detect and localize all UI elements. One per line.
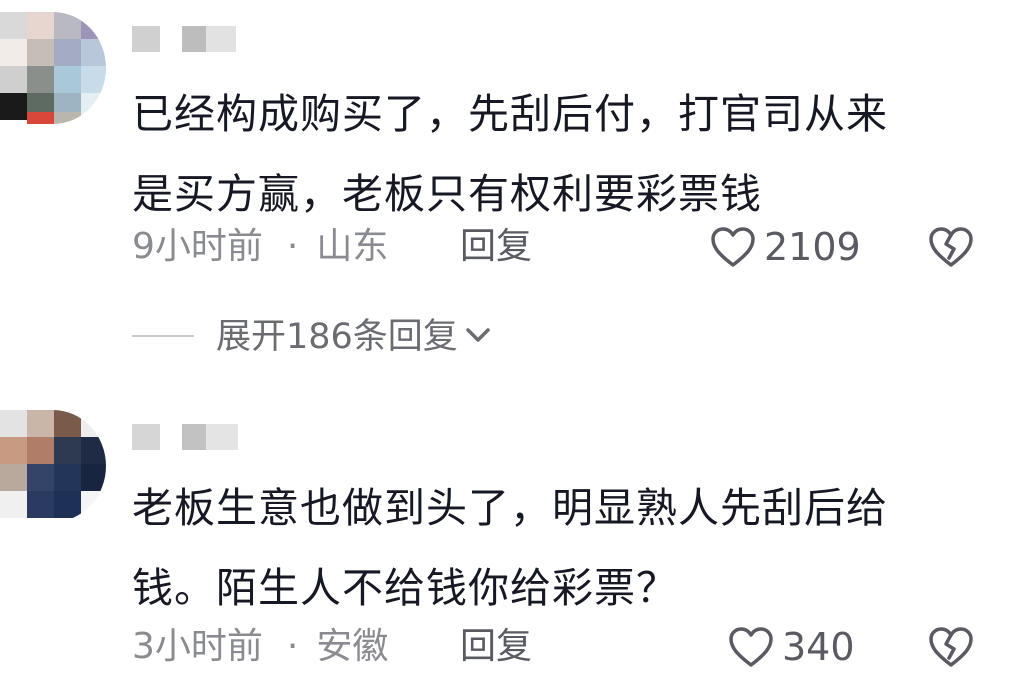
heart-outline-icon: [729, 627, 773, 667]
like-button[interactable]: 340: [728, 622, 855, 672]
comment-item: 老板生意也做到头了，明显熟人先刮后给 钱。陌生人不给钱你给彩票？ 3小时前 · 安徽…: [0, 398, 1030, 686]
broken-heart-icon: [929, 227, 973, 267]
avatar[interactable]: [0, 12, 106, 124]
expand-replies-button[interactable]: 展开186条回复: [132, 312, 492, 362]
expand-replies-label: 展开186条回复: [216, 317, 458, 357]
comment-text: 老板生意也做到头了，明显熟人先刮后给 钱。陌生人不给钱你给彩票？: [132, 484, 888, 612]
divider-line: [132, 335, 194, 337]
comment-time: 9小时前: [132, 226, 263, 267]
avatar[interactable]: [0, 410, 106, 522]
comment-text: 已经构成购买了，先刮后付，打官司从来 是买方赢，老板只有权利要彩票钱: [132, 90, 888, 218]
comment-meta: 3小时前 · 安徽 回复: [132, 622, 532, 672]
like-count: 2109: [764, 225, 861, 269]
like-button[interactable]: 2109: [710, 222, 861, 272]
chevron-down-icon: [466, 328, 490, 342]
comment-time: 3小时前: [132, 626, 263, 667]
comment-location: 山东: [316, 226, 389, 267]
heart-outline-icon: [711, 227, 755, 267]
meta-separator: ·: [286, 626, 299, 667]
comment-location: 安徽: [316, 626, 389, 667]
username-blurred[interactable]: [132, 424, 242, 450]
meta-separator: ·: [286, 226, 299, 267]
comment-meta: 9小时前 · 山东 回复: [132, 222, 532, 272]
reply-button[interactable]: 回复: [460, 622, 532, 672]
broken-heart-icon: [929, 627, 973, 667]
comment-item: 已经构成购买了，先刮后付，打官司从来 是买方赢，老板只有权利要彩票钱 9小时前 ·…: [0, 0, 1030, 380]
reply-button[interactable]: 回复: [460, 222, 532, 272]
like-count: 340: [782, 625, 855, 669]
dislike-button[interactable]: [928, 626, 974, 672]
username-blurred[interactable]: [132, 26, 242, 52]
dislike-button[interactable]: [928, 226, 974, 272]
